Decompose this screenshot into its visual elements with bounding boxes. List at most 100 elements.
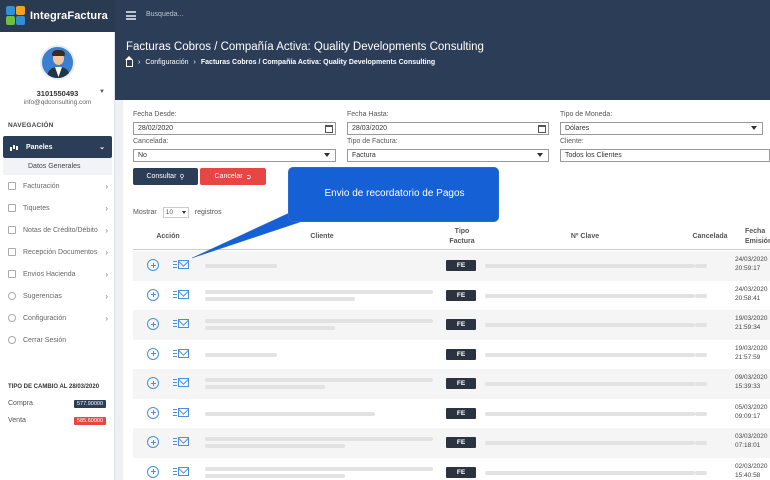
dropdown-arrow-icon <box>751 126 757 130</box>
search-input[interactable]: Busqueda... <box>146 11 183 18</box>
expand-plus-icon[interactable] <box>147 436 159 448</box>
tipo-badge: FE <box>446 319 476 330</box>
consultar-button[interactable]: Consultar ⚲ <box>133 168 198 185</box>
inbox-icon <box>8 248 16 256</box>
column-header-cliente[interactable]: Cliente <box>290 232 354 242</box>
column-header-accion[interactable]: Acción <box>148 232 188 242</box>
column-header-tipo-factura[interactable]: Tipo Factura <box>440 227 484 247</box>
tipo-badge: FE <box>446 260 476 271</box>
fecha-hasta-field[interactable]: 28/03/2020 <box>347 122 549 135</box>
send-reminder-email-icon[interactable] <box>173 378 189 387</box>
tipo-badge: FE <box>446 466 476 478</box>
expand-plus-icon[interactable] <box>147 318 159 330</box>
app-name: IntegraFactura <box>30 10 108 22</box>
client-name-redacted <box>205 411 375 416</box>
expand-plus-icon[interactable] <box>147 259 159 271</box>
client-name-redacted <box>205 378 433 382</box>
fecha-emision: 05/03/2020 09:09:17 <box>735 403 768 420</box>
expand-plus-icon[interactable] <box>147 347 159 360</box>
chevron-right-icon: › <box>105 291 108 301</box>
table-row: FE 24/03/2020 20:59:17 <box>133 251 770 281</box>
page-size-select[interactable]: 10 <box>162 207 189 218</box>
sidebar-item-tiquetes[interactable]: Tiquetes › <box>8 201 112 215</box>
nav-heading: NAVEGACIÓN <box>8 122 54 129</box>
send-reminder-email-icon[interactable] <box>173 260 189 269</box>
sidebar-item-recepcion[interactable]: Recepción Documentos › <box>8 245 112 259</box>
cliente-label: Cliente: <box>560 138 584 145</box>
fecha-emision: 24/03/2020 20:59:17 <box>735 256 768 272</box>
send-reminder-email-icon[interactable] <box>173 407 189 417</box>
user-id[interactable]: 3101550493 <box>0 89 115 98</box>
column-header-cancelada[interactable]: Cancelada <box>688 232 732 242</box>
calendar-icon[interactable] <box>325 125 333 133</box>
expand-plus-icon[interactable] <box>147 465 159 478</box>
breadcrumb: › Configuración › Facturas Cobros / Comp… <box>125 56 435 67</box>
moneda-value: Dólares <box>565 125 590 132</box>
cliente-select[interactable]: Todos los Clientes <box>560 149 770 162</box>
expand-plus-icon[interactable] <box>147 288 159 301</box>
page-header: Facturas Cobros / Compañía Activa: Quali… <box>115 32 770 100</box>
sidebar-item-sugerencias[interactable]: Sugerencias › <box>8 289 112 303</box>
exchange-rate-heading: TIPO DE CAMBIO AL 28/03/2020 <box>8 384 100 390</box>
clave-redacted <box>485 352 695 357</box>
tipo-factura-select[interactable]: Factura <box>347 149 549 162</box>
exchange-compra: Compra 577.90000 <box>8 400 108 408</box>
send-reminder-email-icon[interactable] <box>173 348 189 358</box>
send-reminder-email-icon[interactable] <box>173 466 189 476</box>
send-reminder-email-icon[interactable] <box>173 319 189 328</box>
exchange-compra-label: Compra <box>8 400 33 407</box>
client-name-redacted <box>205 352 277 357</box>
sidebar-subitem-datos-generales[interactable]: Datos Generales <box>3 158 112 175</box>
sidebar-item-notas[interactable]: Notas de Crédito/Débito › <box>8 223 112 237</box>
fecha-emision: 19/03/2020 21:57:59 <box>735 344 768 361</box>
sidebar-item-label: Sugerencias <box>23 292 62 300</box>
moneda-label: Tipo de Moneda: <box>560 111 613 118</box>
bulb-icon <box>8 292 16 300</box>
client-name-redacted <box>205 264 277 268</box>
send-reminder-email-icon[interactable] <box>173 289 189 299</box>
hamburger-menu-icon[interactable] <box>126 11 136 20</box>
cancelada-redacted <box>695 293 707 298</box>
sidebar-item-cerrar-sesion[interactable]: Cerrar Sesión <box>8 333 112 347</box>
home-icon[interactable] <box>125 56 133 67</box>
moneda-select[interactable]: Dólares <box>560 122 763 135</box>
chevron-down-icon[interactable]: ▼ <box>99 89 105 95</box>
cancelada-redacted <box>695 470 707 475</box>
cancelada-redacted <box>695 323 707 327</box>
tipo-badge: FE <box>446 348 476 360</box>
clave-redacted <box>485 293 695 298</box>
column-header-fecha-emision[interactable]: Fecha Emisión <box>737 227 770 247</box>
table-row: FE 24/03/2020 20:58:41 <box>133 281 770 311</box>
calendar-icon[interactable] <box>538 125 546 133</box>
column-header-clave[interactable]: Nº Clave <box>555 232 615 242</box>
app-logo[interactable]: IntegraFactura <box>0 0 115 32</box>
sidebar-item-configuracion[interactable]: Configuración › <box>8 311 112 325</box>
avatar[interactable] <box>40 45 75 80</box>
tipo-factura-value: Factura <box>352 152 376 159</box>
sidebar-item-paneles[interactable]: Paneles ⌄ <box>3 136 112 158</box>
fecha-desde-field[interactable]: 28/02/2020 <box>133 122 336 135</box>
expand-plus-icon[interactable] <box>147 406 159 419</box>
consultar-label: Consultar <box>146 173 177 180</box>
tipo-badge: FE <box>446 289 476 301</box>
client-name-redacted <box>205 289 433 294</box>
cancelada-select[interactable]: No <box>133 149 336 162</box>
sidebar-item-label: Paneles <box>26 143 53 151</box>
exchange-venta-label: Venta <box>8 417 26 424</box>
sidebar-item-envios[interactable]: Envios Hacienda › <box>8 267 112 281</box>
fecha-desde-value: 28/02/2020 <box>138 125 174 132</box>
cancelar-label: Cancelar <box>214 173 243 180</box>
breadcrumb-configuracion[interactable]: Configuración <box>145 59 188 66</box>
cancelar-button[interactable]: Cancelar ➲ <box>200 168 266 185</box>
sidebar-item-label: Cerrar Sesión <box>23 336 67 344</box>
expand-plus-icon[interactable] <box>147 377 159 389</box>
chevron-right-icon: › <box>105 225 108 235</box>
cancelada-redacted <box>695 264 707 268</box>
sidebar-item-facturacion[interactable]: Facturación › <box>8 179 112 193</box>
tipo-badge: FE <box>446 407 476 419</box>
sidebar-item-label: Tiquetes <box>23 204 50 212</box>
send-reminder-email-icon[interactable] <box>173 437 189 446</box>
send-icon <box>8 270 16 278</box>
sidebar-item-label: Recepción Documentos <box>23 248 98 256</box>
sidebar-item-label: Facturación <box>23 182 60 190</box>
